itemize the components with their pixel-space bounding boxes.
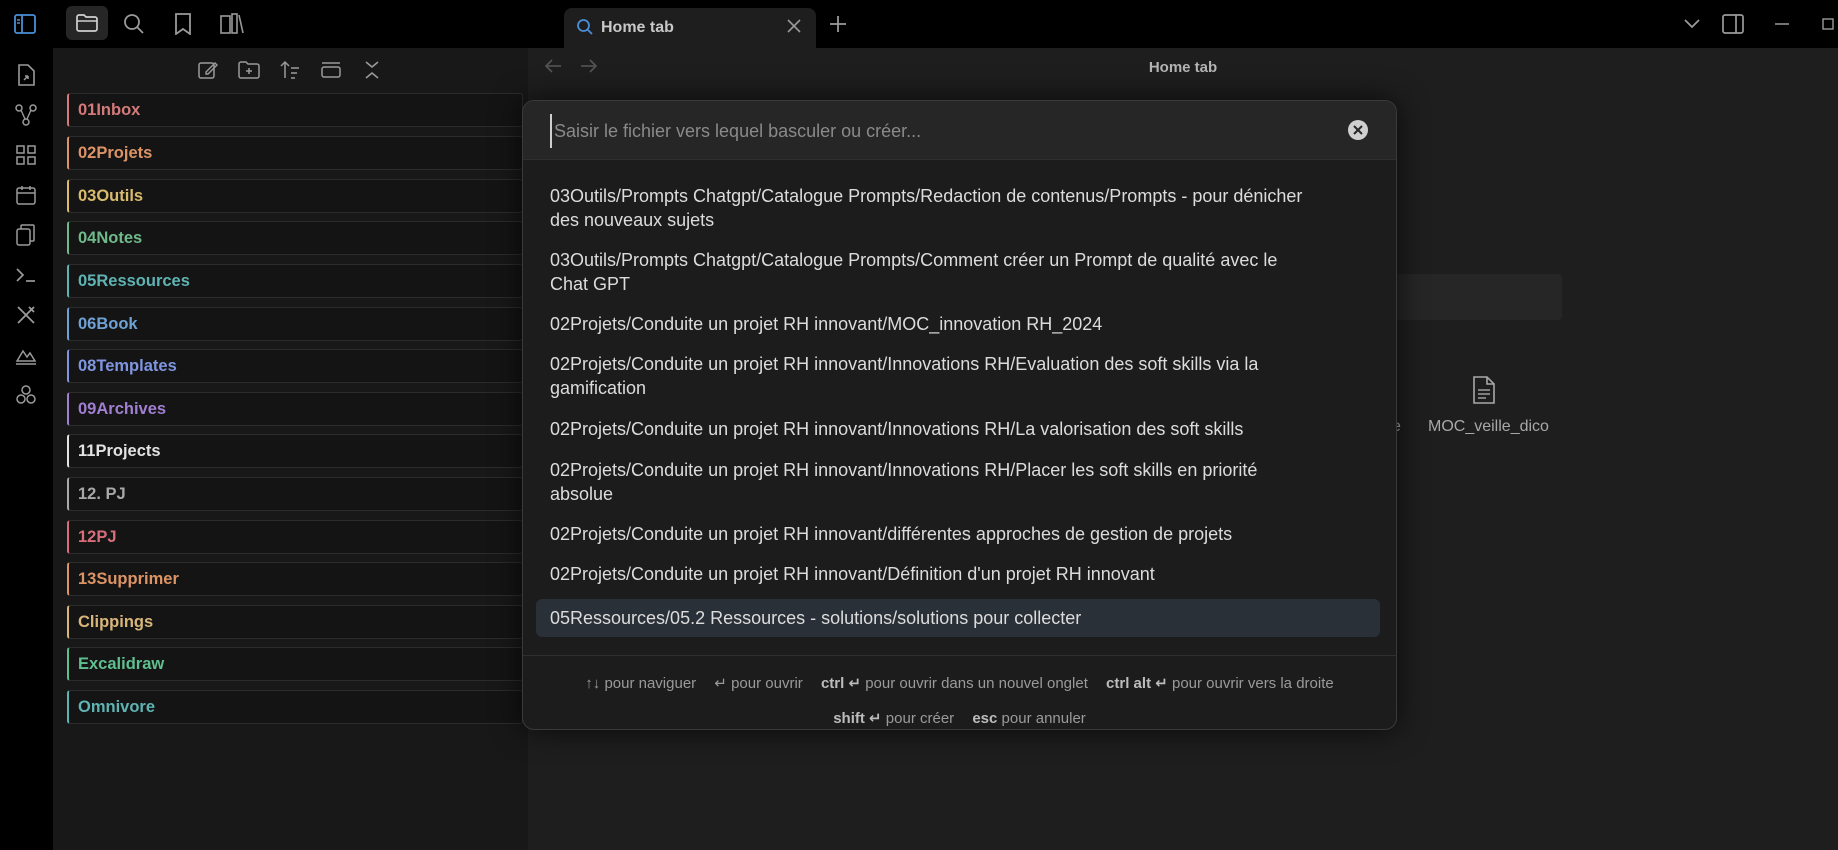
folder-item[interactable]: 12PJ	[67, 520, 523, 554]
suggestion-line: 02Projets/Conduite un projet RH innovant…	[550, 314, 1103, 334]
suggestion-item[interactable]: 02Projets/Conduite un projet RH innovant…	[536, 562, 1380, 586]
folder-item[interactable]: Clippings	[67, 605, 523, 639]
sort-icon[interactable]	[277, 58, 303, 82]
suggestion-line: 02Projets/Conduite un projet RH innovant…	[550, 524, 1233, 544]
tab-title: Home tab	[601, 19, 674, 36]
suggestion-line: 02Projets/Conduite un projet RH innovant…	[550, 460, 1258, 480]
folder-label: 05Ressources	[78, 272, 190, 290]
graph-view-icon[interactable]	[13, 102, 39, 128]
folder-label: 02Projets	[78, 144, 153, 162]
file-explorer-actions	[53, 48, 528, 92]
close-icon[interactable]	[786, 18, 802, 39]
chevron-down-icon[interactable]	[1680, 14, 1704, 34]
suggestion-line: 03Outils/Prompts Chatgpt/Catalogue Promp…	[550, 186, 1303, 206]
instruction-navigate: ↑↓ pour naviguer	[585, 675, 697, 692]
search-icon	[576, 18, 594, 41]
folder-item[interactable]: 01Inbox	[67, 93, 523, 127]
folder-icon	[76, 14, 98, 32]
suggestion-item[interactable]: 02Projets/Conduite un projet RH innovant…	[536, 417, 1380, 441]
folder-label: Excalidraw	[78, 655, 165, 673]
book-icon[interactable]	[218, 10, 246, 38]
file-explorer: 01Inbox 02Projets 03Outils 04Notes 05Res…	[53, 48, 528, 850]
suggestion-line: 02Projets/Conduite un projet RH innovant…	[550, 354, 1259, 374]
folder-item[interactable]: Excalidraw	[67, 647, 523, 681]
folder-label: 09Archives	[78, 400, 167, 418]
view-header-title: Home tab	[1148, 59, 1218, 76]
folder-label: 03Outils	[78, 187, 144, 205]
instruction-open-right: ctrl alt ↵ pour ouvrir vers la droite	[1106, 675, 1334, 692]
folder-label: 13Supprimer	[78, 570, 179, 588]
folder-item[interactable]: 08Templates	[67, 349, 523, 383]
suggestion-line: absolue	[550, 484, 614, 504]
suggestion-line: 05Ressources/05.2 Ressources - solutions…	[550, 608, 1082, 628]
folder-item[interactable]: 12. PJ	[67, 477, 523, 511]
suggestion-line: 03Outils/Prompts Chatgpt/Catalogue Promp…	[550, 250, 1278, 270]
folder-label: 04Notes	[78, 229, 143, 247]
bookmark-icon[interactable]	[170, 10, 196, 38]
tools-icon[interactable]	[13, 302, 39, 328]
terminal-icon[interactable]	[13, 262, 39, 288]
quick-switcher-input[interactable]	[550, 114, 1326, 148]
suggestion-item[interactable]: 03Outils/Prompts Chatgpt/Catalogue Promp…	[536, 248, 1380, 296]
folder-label: 01Inbox	[78, 101, 141, 119]
new-tab-plus-icon[interactable]	[826, 12, 850, 36]
tab-home[interactable]: Home tab	[564, 8, 816, 48]
folder-label: Clippings	[78, 613, 154, 631]
canvas-grid-icon[interactable]	[13, 142, 39, 168]
folder-item[interactable]: Omnivore	[67, 690, 523, 724]
folder-item[interactable]: 06Book	[67, 307, 523, 341]
folder-label: Omnivore	[78, 698, 156, 716]
folder-item[interactable]: 04Notes	[67, 221, 523, 255]
open-quick-switcher-icon[interactable]	[13, 62, 39, 88]
folder-label: 08Templates	[78, 357, 177, 375]
suggestion-item-selected[interactable]: 05Ressources/05.2 Ressources - solutions…	[536, 599, 1380, 637]
recent-file-label[interactable]: MOC_veille_dico	[1428, 418, 1549, 436]
suggestion-line: 02Projets/Conduite un projet RH innovant…	[550, 564, 1155, 584]
file-icon	[1472, 376, 1496, 409]
suggestion-item[interactable]: 03Outils/Prompts Chatgpt/Catalogue Promp…	[536, 184, 1380, 232]
prompt-input-container	[523, 101, 1396, 160]
folder-item[interactable]: 05Ressources	[67, 264, 523, 298]
plugins-icon[interactable]	[13, 382, 39, 408]
suggestion-item[interactable]: 02Projets/Conduite un projet RH innovant…	[536, 458, 1380, 506]
excalidraw-icon[interactable]	[13, 342, 39, 368]
folder-item[interactable]: 03Outils	[67, 179, 523, 213]
maximize-icon[interactable]	[1818, 14, 1838, 34]
suggestion-item[interactable]: 02Projets/Conduite un projet RH innovant…	[536, 312, 1380, 336]
files-tab-button[interactable]	[66, 6, 108, 40]
calendar-icon[interactable]	[13, 182, 39, 208]
suggestion-line: des nouveaux sujets	[550, 210, 715, 230]
suggestion-item[interactable]: 02Projets/Conduite un projet RH innovant…	[536, 352, 1380, 400]
folder-label: 06Book	[78, 315, 138, 333]
instruction-open: ↵ pour ouvrir	[714, 675, 803, 692]
folder-item[interactable]: 11Projects	[67, 434, 523, 468]
title-bar: Home tab	[0, 0, 1838, 48]
instruction-cancel: esc pour annuler	[972, 710, 1086, 727]
folder-label: 11Projects	[78, 442, 161, 460]
instruction-create: shift ↵ pour créer	[833, 710, 955, 727]
copy-icon[interactable]	[13, 222, 39, 248]
folder-item[interactable]: 13Supprimer	[67, 562, 523, 596]
left-ribbon	[0, 48, 53, 850]
folder-label: 12. PJ	[78, 485, 126, 503]
auto-reveal-icon[interactable]	[318, 58, 344, 82]
folder-item[interactable]: 09Archives	[67, 392, 523, 426]
folder-item[interactable]: 02Projets	[67, 136, 523, 170]
sidebar-toggle-icon[interactable]	[12, 12, 38, 36]
prompt-instructions: ↑↓ pour naviguer ↵ pour ouvrir ctrl ↵ po…	[523, 655, 1396, 729]
minimize-icon[interactable]	[1770, 14, 1794, 34]
suggestion-line: Chat GPT	[550, 274, 631, 294]
right-sidebar-toggle-icon[interactable]	[1720, 12, 1746, 36]
clear-input-icon[interactable]	[1347, 119, 1369, 146]
suggestion-item[interactable]: 02Projets/Conduite un projet RH innovant…	[536, 522, 1380, 546]
collapse-all-icon[interactable]	[359, 58, 385, 82]
new-folder-icon[interactable]	[236, 58, 262, 82]
suggestion-line: 02Projets/Conduite un projet RH innovant…	[550, 419, 1244, 439]
folder-label: 12PJ	[78, 528, 117, 546]
instruction-open-new-tab: ctrl ↵ pour ouvrir dans un nouvel onglet	[820, 675, 1088, 692]
new-note-icon[interactable]	[195, 58, 221, 82]
search-icon[interactable]	[120, 10, 148, 38]
quick-switcher-modal: 03Outils/Prompts Chatgpt/Catalogue Promp…	[522, 100, 1397, 730]
suggestion-line: gamification	[550, 378, 647, 398]
